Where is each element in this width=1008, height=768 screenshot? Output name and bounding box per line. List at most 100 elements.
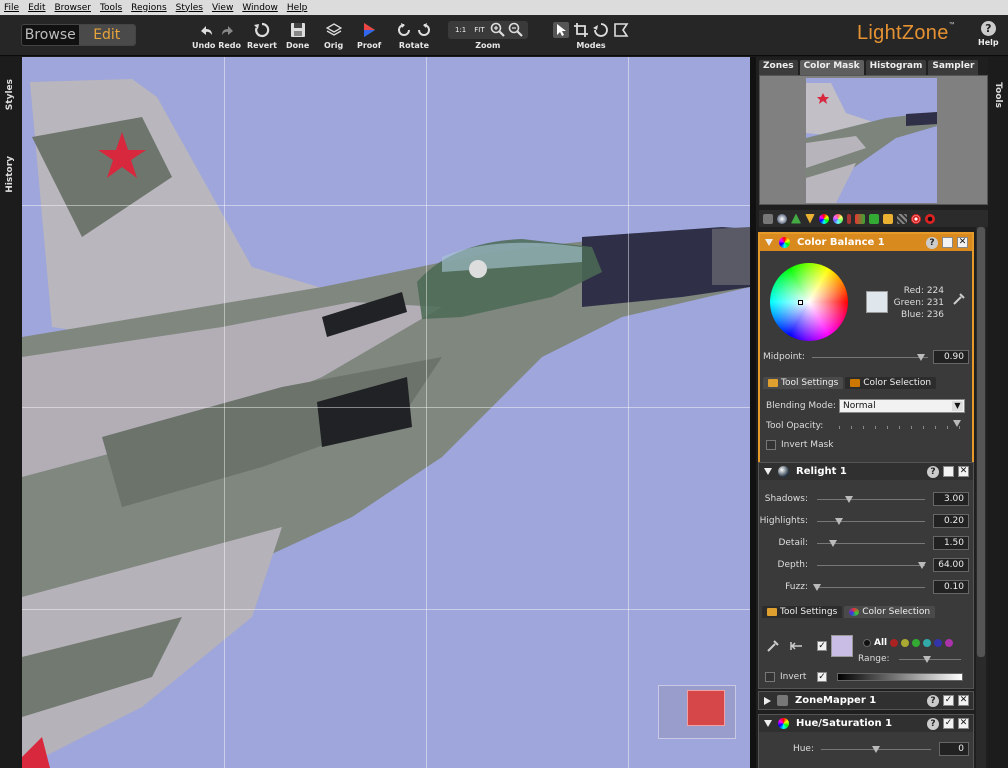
tool-opacity-slider[interactable]	[839, 426, 961, 429]
highlights-slider[interactable]	[817, 521, 925, 522]
all-label[interactable]: All	[874, 638, 887, 648]
tool-white-balance-icon[interactable]	[847, 213, 851, 224]
eyedropper-icon[interactable]	[952, 292, 966, 306]
zoom-out-icon[interactable]	[508, 22, 524, 38]
color-wheel-picker[interactable]	[798, 300, 803, 305]
tool-zonemapper-icon[interactable]	[763, 213, 773, 224]
enable-checkbox[interactable]: ✓	[943, 695, 954, 706]
menu-window[interactable]: Window	[242, 3, 278, 13]
menu-styles[interactable]: Styles	[176, 3, 203, 13]
help-icon[interactable]: ?	[927, 717, 939, 730]
enable-checkbox[interactable]	[943, 466, 954, 477]
done-button[interactable]: Done	[286, 21, 309, 50]
browse-mode-button[interactable]: Browse	[22, 25, 79, 45]
tab-histogram[interactable]: Histogram	[865, 60, 927, 75]
navigator-overlay[interactable]	[658, 685, 736, 739]
close-icon[interactable]: ✕	[958, 695, 969, 706]
zoom-fit-button[interactable]: FIT	[471, 26, 487, 34]
highlights-slider-knob[interactable]	[834, 518, 843, 525]
image-canvas[interactable]	[22, 57, 750, 768]
preset-red-dot[interactable]	[890, 639, 899, 647]
fuzz-slider-knob[interactable]	[813, 584, 821, 591]
color-wheel[interactable]	[770, 263, 848, 341]
fuzz-slider[interactable]	[817, 587, 925, 588]
tab-color-selection[interactable]: Color Selection	[845, 377, 937, 389]
depth-slider-knob[interactable]	[917, 562, 926, 569]
tool-channel-mixer-icon[interactable]	[855, 213, 865, 224]
zonemapper-header[interactable]: ZoneMapper 1 ? ✓ ✕	[759, 692, 973, 709]
crop-icon[interactable]	[573, 22, 589, 38]
collapse-icon[interactable]	[764, 468, 772, 475]
revert-button[interactable]: Revert	[247, 21, 277, 50]
rotate-tool-icon[interactable]	[593, 22, 609, 38]
midpoint-slider[interactable]	[812, 357, 928, 358]
history-tab[interactable]: History	[2, 149, 18, 199]
luminosity-enable-checkbox[interactable]: ✓	[817, 672, 827, 682]
reset-arrow-icon[interactable]	[789, 639, 803, 653]
help-icon[interactable]: ?	[926, 236, 938, 249]
hue-value[interactable]: 0	[939, 742, 969, 756]
fuzz-value[interactable]: 0.10	[933, 580, 969, 594]
menu-tools[interactable]: Tools	[100, 3, 122, 13]
midpoint-slider-knob[interactable]	[917, 354, 925, 361]
collapse-icon[interactable]	[765, 239, 773, 246]
range-slider-knob[interactable]	[923, 656, 931, 663]
menu-help[interactable]: Help	[287, 3, 308, 13]
invert-checkbox[interactable]	[765, 672, 775, 682]
navigator-viewport[interactable]	[687, 690, 725, 726]
tool-blur-icon[interactable]	[805, 213, 815, 224]
edit-mode-button[interactable]: Edit	[78, 25, 135, 45]
blending-mode-select[interactable]: Normal ▼	[839, 399, 965, 413]
midpoint-value[interactable]: 0.90	[933, 350, 969, 364]
hue-slider-knob[interactable]	[872, 746, 880, 753]
invert-mask-row[interactable]: Invert Mask	[766, 440, 834, 450]
tools-scrollbar[interactable]	[976, 225, 986, 768]
help-icon[interactable]: ?	[927, 465, 939, 478]
detail-slider-knob[interactable]	[829, 540, 838, 547]
help-button[interactable]: ? Help	[978, 21, 999, 47]
detail-value[interactable]: 1.50	[933, 536, 969, 550]
tab-sampler[interactable]: Sampler	[928, 60, 979, 75]
preset-blue-dot[interactable]	[934, 639, 943, 647]
eyedropper-icon[interactable]	[766, 639, 780, 653]
tool-sharpen-icon[interactable]	[791, 213, 801, 224]
preset-all-dot[interactable]	[863, 639, 871, 647]
arrow-select-icon[interactable]	[553, 22, 569, 38]
expand-icon[interactable]	[764, 696, 771, 705]
undo-icon[interactable]	[198, 23, 214, 37]
menu-edit[interactable]: Edit	[28, 3, 45, 13]
tool-color-balance-icon[interactable]	[833, 213, 843, 224]
tab-color-mask[interactable]: Color Mask	[799, 60, 864, 75]
tool-noise-icon[interactable]	[869, 213, 879, 224]
close-icon[interactable]: ✕	[957, 237, 968, 248]
menu-file[interactable]: File	[4, 3, 19, 13]
depth-slider[interactable]	[817, 565, 925, 566]
tool-relight-icon[interactable]	[777, 213, 787, 224]
shadows-slider-knob[interactable]	[845, 496, 854, 503]
menu-browser[interactable]: Browser	[55, 3, 91, 13]
selection-color-swatch[interactable]	[831, 635, 853, 657]
preset-green-dot[interactable]	[912, 639, 921, 647]
proof-button[interactable]: Proof	[357, 21, 381, 50]
shadows-slider[interactable]	[817, 499, 925, 500]
rotate-right-icon[interactable]	[417, 23, 431, 37]
invert-row[interactable]: Invert	[765, 672, 806, 682]
tool-hue-saturation-icon[interactable]	[819, 213, 829, 224]
tab-color-selection[interactable]: Color Selection	[844, 606, 936, 618]
color-balance-header[interactable]: Color Balance 1 ? ✕	[760, 234, 972, 251]
preset-cyan-dot[interactable]	[923, 639, 932, 647]
tab-zones[interactable]: Zones	[759, 60, 798, 75]
relight-header[interactable]: Relight 1 ? ✕	[759, 463, 973, 480]
enable-checkbox[interactable]	[942, 237, 953, 248]
styles-tab[interactable]: Styles	[2, 75, 18, 115]
preset-magenta-dot[interactable]	[945, 639, 954, 647]
collapse-icon[interactable]	[764, 720, 772, 727]
tool-grain-icon[interactable]	[897, 213, 907, 224]
luminosity-range-bar[interactable]	[837, 673, 963, 681]
shadows-value[interactable]: 3.00	[933, 492, 969, 506]
tool-red-eye-icon[interactable]	[911, 213, 921, 224]
region-icon[interactable]	[613, 22, 629, 38]
help-icon[interactable]: ?	[927, 694, 939, 707]
scrollbar-thumb[interactable]	[977, 227, 985, 657]
hue-saturation-header[interactable]: Hue/Saturation 1 ? ✓ ✕	[759, 715, 973, 732]
